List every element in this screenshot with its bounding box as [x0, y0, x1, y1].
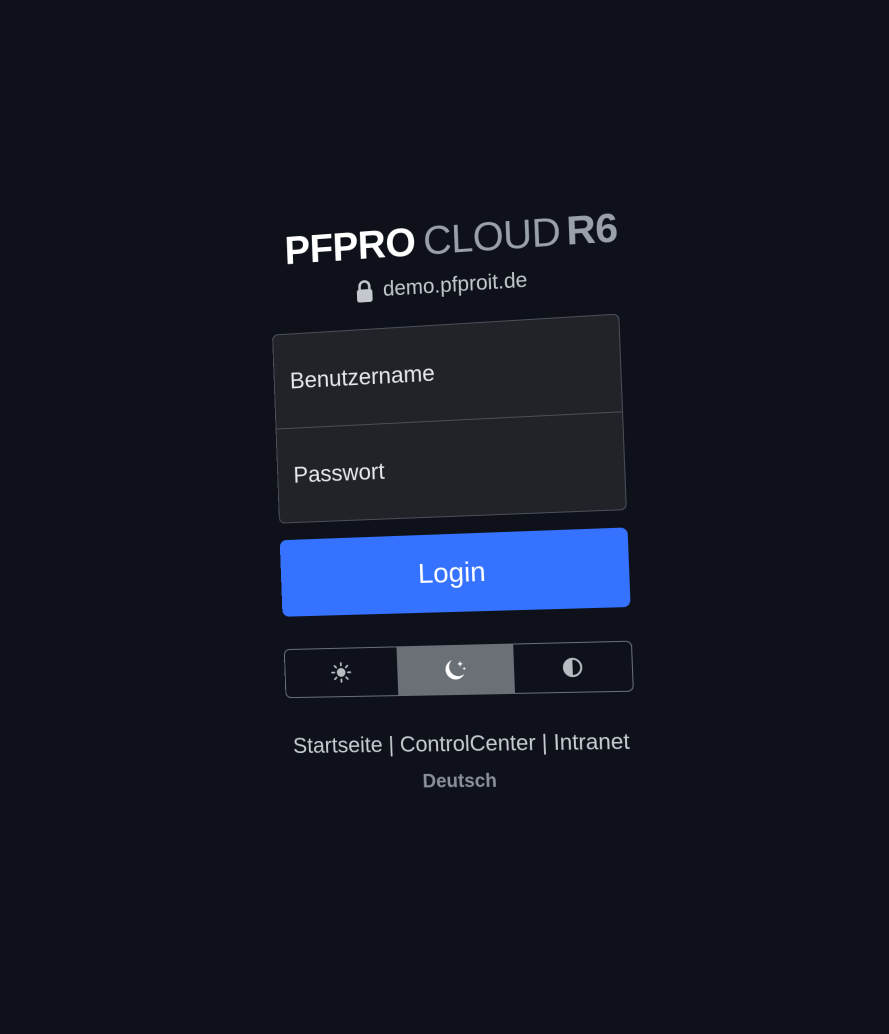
sun-icon [330, 661, 352, 683]
login-page: PFPROCLOUDR6 demo.pfproit.de Login [0, 0, 889, 1034]
username-field-wrapper [273, 314, 622, 429]
moon-stars-icon [445, 659, 467, 680]
theme-light-option[interactable] [285, 647, 399, 697]
host-domain: demo.pfproit.de [382, 268, 528, 302]
brand-name-bold: PFPRO [283, 219, 417, 273]
brand-name-light: CLOUD [422, 209, 562, 264]
login-button[interactable]: Login [279, 527, 631, 617]
link-separator: | [387, 731, 395, 757]
username-input[interactable] [273, 314, 622, 429]
brand-wordmark: PFPRO CLOUD R6 [284, 205, 618, 273]
brand-release: R6 [565, 205, 619, 254]
link-controlcenter[interactable]: ControlCenter [399, 730, 536, 757]
login-panel: PFPROCLOUDR6 demo.pfproit.de Login [268, 200, 638, 795]
login-form [272, 313, 627, 524]
link-separator: | [541, 729, 548, 756]
password-input[interactable] [276, 412, 626, 523]
lock-icon [355, 279, 373, 303]
footer-links: Startseite | ControlCenter | Intranet [287, 728, 636, 759]
theme-switch [283, 640, 634, 699]
theme-dark-option[interactable] [396, 644, 515, 696]
pfpro-logo-icon [276, 224, 278, 279]
password-field-wrapper [276, 411, 626, 523]
link-intranet[interactable]: Intranet [553, 729, 630, 755]
language-selector[interactable]: Deutsch [288, 769, 637, 794]
contrast-half-icon [561, 656, 584, 679]
link-startseite[interactable]: Startseite [293, 732, 383, 758]
theme-auto-option[interactable] [512, 641, 633, 693]
